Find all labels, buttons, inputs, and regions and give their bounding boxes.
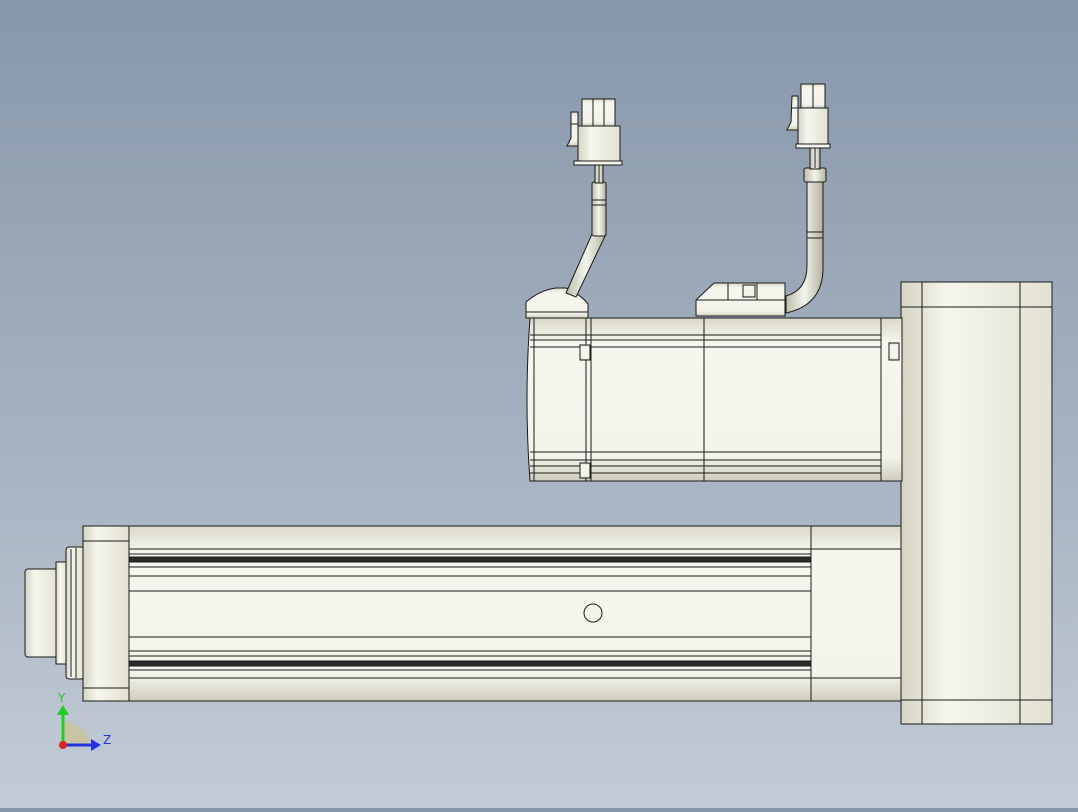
triad-plane-arc bbox=[63, 721, 92, 745]
mounting-hole bbox=[583, 603, 603, 623]
power-cable[interactable] bbox=[785, 147, 827, 314]
encoder-cable[interactable] bbox=[565, 162, 607, 298]
y-axis-label: Y bbox=[57, 691, 66, 705]
encoder-connector[interactable] bbox=[566, 98, 623, 166]
rod-end-boss bbox=[24, 568, 59, 658]
cad-drawing: Y Z bbox=[24, 83, 1053, 751]
x-axis-dot bbox=[59, 741, 67, 749]
servo-motor[interactable] bbox=[525, 282, 903, 482]
power-connector[interactable] bbox=[786, 83, 831, 149]
z-axis-label: Z bbox=[103, 733, 111, 747]
actuator-body[interactable] bbox=[24, 525, 904, 702]
cad-viewport[interactable]: Y Z bbox=[0, 0, 1078, 808]
extrusion-profile bbox=[128, 525, 812, 702]
rear-end-block bbox=[810, 525, 904, 702]
front-flange bbox=[82, 525, 130, 702]
foldback-housing[interactable] bbox=[900, 281, 1053, 725]
